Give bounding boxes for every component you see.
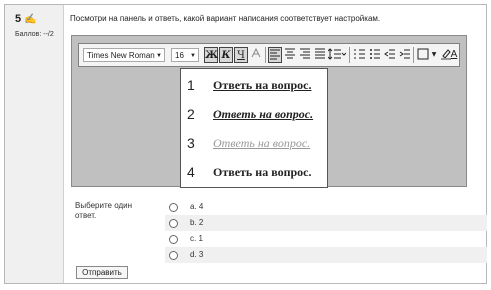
radio-button[interactable] [169, 203, 178, 212]
border-icon [416, 47, 430, 63]
chevron-down-icon: ▼ [431, 51, 437, 58]
font-color-icon: A [450, 49, 458, 60]
underline-button: Ч [234, 47, 248, 63]
answer-label[interactable]: d. 3 [190, 250, 203, 259]
bold-button: Ж [204, 47, 218, 63]
answer-option-a[interactable]: a. 4 [165, 199, 487, 215]
toolbar-separator [349, 47, 350, 63]
line-spacing-icon [327, 47, 347, 63]
question-info-panel: 5 ✍ Баллов: --/2 [5, 5, 64, 283]
popup-option-4: 4 Ответь на вопрос. [187, 164, 312, 180]
align-left-icon [268, 47, 282, 63]
answer-option-c[interactable]: c. 1 [165, 231, 487, 247]
align-right-icon [298, 47, 312, 63]
radio-button[interactable] [169, 235, 178, 244]
radio-button[interactable] [169, 251, 178, 260]
submit-button[interactable]: Отправить [76, 266, 128, 279]
font-size-select: 16 ▼ [171, 48, 199, 62]
answer-label[interactable]: c. 1 [190, 234, 203, 243]
question-grade: Баллов: --/2 [15, 31, 54, 38]
popup-option-3: 3 Ответь на вопрос. [187, 135, 311, 151]
radio-button[interactable] [169, 219, 178, 228]
answer-option-d[interactable]: d. 3 [165, 247, 487, 263]
editor-toolbar: Times New Roman ▼ 16 ▼ Ж К Ч ▼ A [78, 43, 460, 67]
chevron-down-icon: ▼ [156, 53, 162, 59]
answer-label[interactable]: b. 2 [190, 218, 203, 227]
toolbar-separator [413, 47, 414, 63]
font-name-select: Times New Roman ▼ [83, 48, 165, 62]
question-number-text: 5 [15, 13, 22, 25]
indent-icon [398, 47, 412, 63]
align-justify-icon [313, 47, 327, 63]
answer-option-b[interactable]: b. 2 [165, 215, 487, 231]
question-text: Посмотри на панель и ответь, какой вариа… [70, 14, 381, 23]
flag-icon[interactable]: ✍ [24, 14, 36, 25]
toolbar-separator [265, 47, 266, 63]
numbered-list-icon [353, 47, 367, 63]
question-number: 5 ✍ [15, 13, 37, 25]
chevron-down-icon: ▼ [190, 53, 196, 59]
question-container: 5 ✍ Баллов: --/2 Посмотри на панель и отв… [4, 4, 487, 284]
outdent-icon [383, 47, 397, 63]
popup-option-1: 1 Ответь на вопрос. [187, 77, 312, 93]
options-popup: 1 Ответь на вопрос. 2 Ответь на вопрос. … [180, 68, 328, 188]
answer-label[interactable]: a. 4 [190, 202, 203, 211]
bullet-list-icon [368, 47, 382, 63]
answer-prompt: Выберите один ответ. [75, 201, 133, 220]
popup-option-2: 2 Ответь на вопрос. [187, 106, 314, 122]
italic-button: К [219, 47, 233, 63]
answer-list: a. 4 b. 2 c. 1 d. 3 [165, 199, 487, 263]
style-icon [249, 47, 263, 63]
editor-screenshot-image: Times New Roman ▼ 16 ▼ Ж К Ч ▼ A 1 Ответ… [71, 35, 467, 188]
align-center-icon [283, 47, 297, 63]
